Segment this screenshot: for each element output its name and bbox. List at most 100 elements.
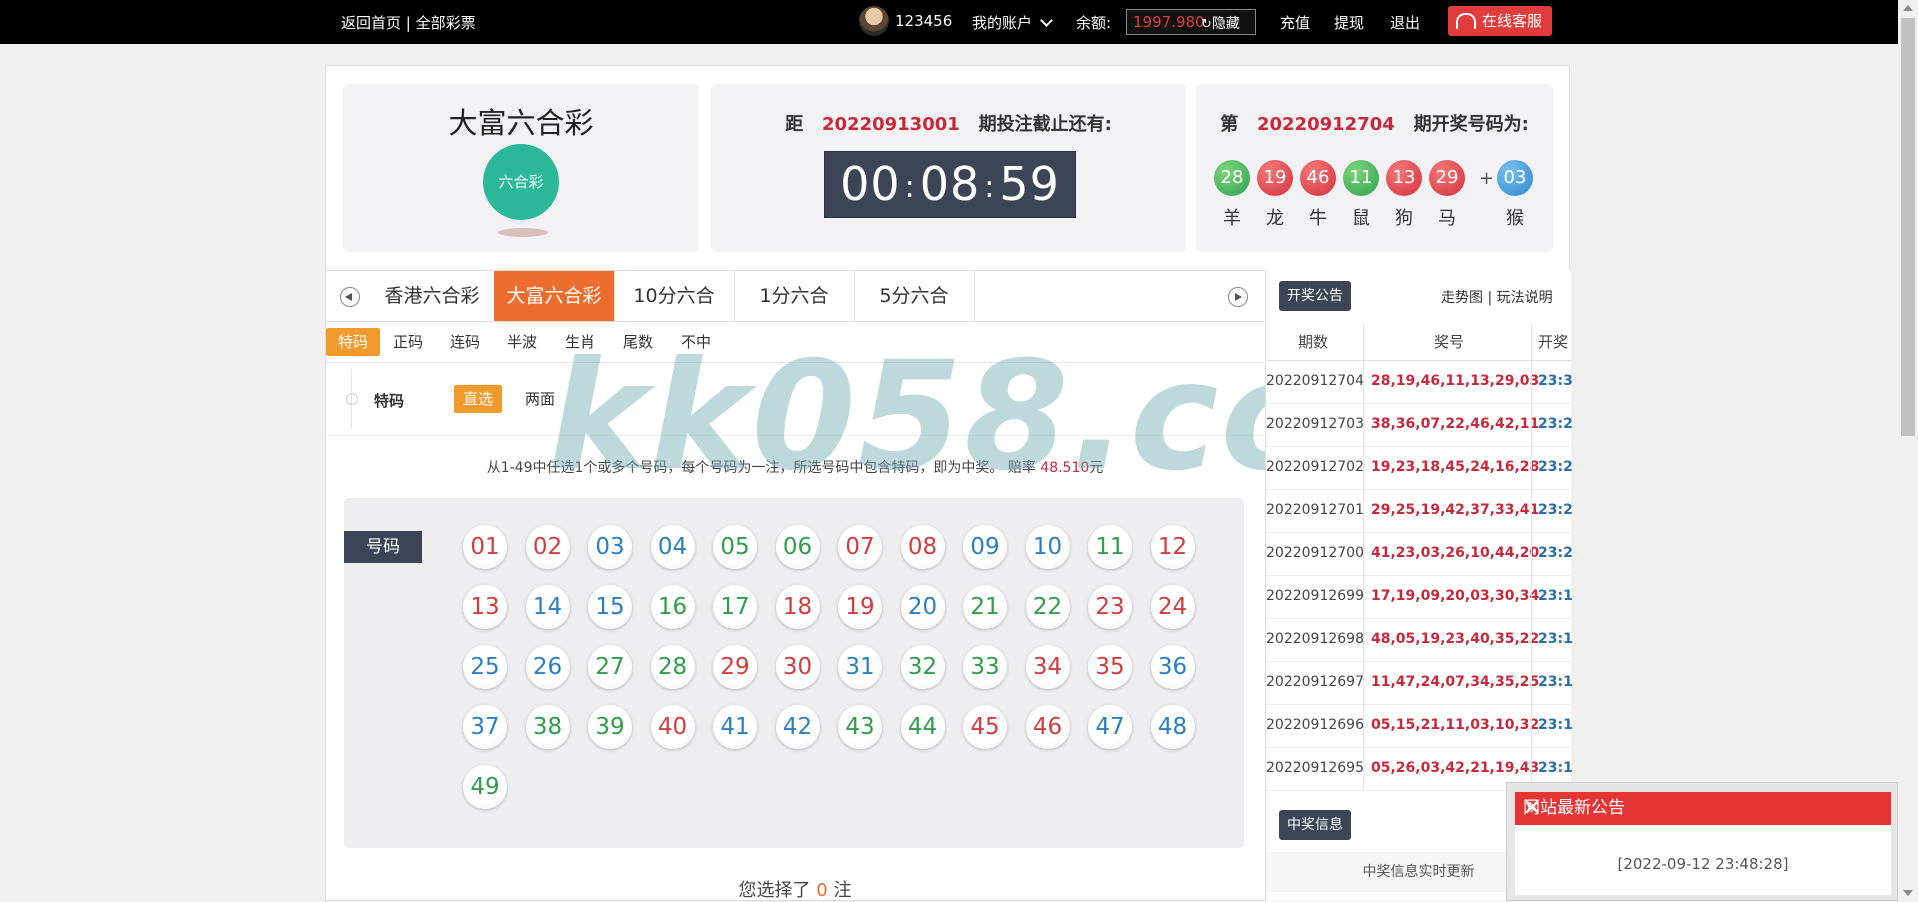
number-ball[interactable]: 43 xyxy=(838,705,882,749)
number-ball[interactable]: 06 xyxy=(775,525,820,569)
tabs-prev-arrow-icon[interactable] xyxy=(340,287,360,307)
how-to-play-link[interactable]: 玩法说明 xyxy=(1497,290,1553,306)
number-ball[interactable]: 26 xyxy=(525,645,570,689)
number-ball[interactable]: 46 xyxy=(1025,705,1070,749)
game-info-card: 大富六合彩 六合彩 xyxy=(343,84,699,252)
countdown-period: 20220913001 xyxy=(822,114,960,135)
draw-zodiac: 牛 xyxy=(1309,208,1327,229)
win-info-button[interactable]: 中奖信息 xyxy=(1279,810,1351,840)
online-service-label: 在线客服 xyxy=(1481,12,1542,30)
recharge-link[interactable]: 充值 xyxy=(1280,12,1310,33)
number-ball[interactable]: 42 xyxy=(775,705,820,749)
trend-chart-link[interactable]: 走势图 xyxy=(1441,290,1483,306)
number-ball[interactable]: 45 xyxy=(963,705,1007,749)
tab-lottery[interactable]: 10分六合 xyxy=(614,271,735,321)
results-row: 20220912699 17,19,09,20,03,30,34 23:1 xyxy=(1266,575,1573,619)
draw-suffix: 期开奖号码为: xyxy=(1413,114,1529,135)
number-ball[interactable]: 31 xyxy=(838,645,882,689)
number-ball[interactable]: 21 xyxy=(963,585,1007,629)
countdown-seconds: 59 xyxy=(999,157,1060,211)
number-ball[interactable]: 20 xyxy=(900,585,945,629)
number-ball[interactable]: 10 xyxy=(1025,525,1070,569)
number-ball[interactable]: 32 xyxy=(900,645,945,689)
number-ball[interactable]: 30 xyxy=(775,645,820,689)
number-ball[interactable]: 03 xyxy=(588,525,632,569)
number-ball[interactable]: 14 xyxy=(525,585,570,629)
scroll-down-icon[interactable] xyxy=(1903,890,1913,896)
avatar[interactable] xyxy=(859,6,889,36)
number-ball[interactable]: 44 xyxy=(900,705,945,749)
row-period: 20220912695 xyxy=(1266,760,1364,776)
number-ball[interactable]: 40 xyxy=(650,705,695,749)
number-ball[interactable]: 07 xyxy=(838,525,882,569)
number-ball[interactable]: 16 xyxy=(650,585,695,629)
hide-balance-button[interactable]: ↻隐藏 xyxy=(1201,13,1240,33)
number-ball[interactable]: 17 xyxy=(713,585,757,629)
number-ball[interactable]: 47 xyxy=(1088,705,1132,749)
tabs-next-arrow-icon[interactable] xyxy=(1228,287,1248,307)
row-numbers: 11,47,24,07,34,35,25 xyxy=(1371,674,1540,690)
direct-select-button[interactable]: 直选 xyxy=(454,385,503,413)
number-ball[interactable]: 36 xyxy=(1150,645,1195,689)
number-ball[interactable]: 22 xyxy=(1025,585,1070,629)
number-ball[interactable]: 29 xyxy=(713,645,757,689)
number-ball[interactable]: 18 xyxy=(775,585,820,629)
tab-lottery[interactable]: 5分六合 xyxy=(854,271,975,321)
number-ball[interactable]: 24 xyxy=(1150,585,1195,629)
number-ball[interactable]: 25 xyxy=(463,645,507,689)
scrollbar[interactable] xyxy=(1898,0,1918,901)
countdown-card: 距 20220913001 期投注截止还有: 00:08:59 xyxy=(711,84,1186,252)
number-ball[interactable]: 27 xyxy=(588,645,632,689)
number-ball[interactable]: 39 xyxy=(588,705,632,749)
number-ball[interactable]: 12 xyxy=(1150,525,1195,569)
my-account-menu[interactable]: 我的账户 xyxy=(972,12,1053,33)
number-ball[interactable]: 48 xyxy=(1150,705,1195,749)
subtab-bet-type[interactable]: 连码 xyxy=(441,328,489,356)
all-lottery-link[interactable]: 全部彩票 xyxy=(416,14,476,32)
tab-lottery[interactable]: 大富六合彩 xyxy=(494,271,615,321)
number-ball[interactable]: 15 xyxy=(588,585,632,629)
number-ball[interactable]: 02 xyxy=(525,525,570,569)
online-service-button[interactable]: 在线客服 xyxy=(1448,6,1552,36)
selection-prefix: 您选择了 xyxy=(738,880,817,901)
number-ball[interactable]: 37 xyxy=(463,705,507,749)
draw-zodiac: 马 xyxy=(1438,208,1456,229)
results-header: 开奖公告 走势图 | 玩法说明 xyxy=(1266,270,1571,325)
logout-link[interactable]: 退出 xyxy=(1390,12,1420,33)
scroll-thumb[interactable] xyxy=(1901,18,1915,436)
number-ball[interactable]: 01 xyxy=(463,525,507,569)
withdraw-link[interactable]: 提现 xyxy=(1334,12,1364,33)
number-ball[interactable]: 28 xyxy=(650,645,695,689)
number-ball[interactable]: 19 xyxy=(838,585,882,629)
number-ball[interactable]: 35 xyxy=(1088,645,1132,689)
subtab-bet-type[interactable]: 特码 xyxy=(326,328,380,356)
draw-ball: 13 xyxy=(1386,160,1422,196)
tab-lottery[interactable]: 香港六合彩 xyxy=(370,271,495,321)
number-ball[interactable]: 49 xyxy=(463,765,507,809)
col-time: 开奖 xyxy=(1538,333,1569,351)
number-ball[interactable]: 38 xyxy=(525,705,570,749)
subtab-bet-type[interactable]: 半波 xyxy=(498,328,546,356)
number-ball[interactable]: 34 xyxy=(1025,645,1070,689)
number-ball[interactable]: 08 xyxy=(900,525,945,569)
number-ball[interactable]: 05 xyxy=(713,525,757,569)
close-icon[interactable]: ✕ xyxy=(1523,792,1881,825)
number-ball[interactable]: 09 xyxy=(963,525,1007,569)
tab-lottery[interactable]: 1分六合 xyxy=(734,271,855,321)
time-separator: : xyxy=(984,170,996,205)
number-ball[interactable]: 11 xyxy=(1088,525,1132,569)
announcement-button[interactable]: 开奖公告 xyxy=(1279,281,1351,311)
lottery-tabs: 香港六合彩 大富六合彩 10分六合 1分六合 5分六合 xyxy=(326,270,1264,322)
last-draw-label: 第 20220912704 期开奖号码为: xyxy=(1196,110,1553,136)
home-link[interactable]: 返回首页 xyxy=(341,14,401,32)
number-ball[interactable]: 41 xyxy=(713,705,757,749)
number-ball[interactable]: 04 xyxy=(650,525,695,569)
number-ball[interactable]: 33 xyxy=(963,645,1007,689)
number-ball[interactable]: 13 xyxy=(463,585,507,629)
mode-label: 特码 xyxy=(374,392,405,410)
scroll-up-icon[interactable] xyxy=(1903,5,1913,11)
results-row: 20220912700 41,23,03,26,10,44,20 23:2 xyxy=(1266,532,1573,576)
draw-period: 20220912704 xyxy=(1257,114,1395,135)
number-ball[interactable]: 23 xyxy=(1088,585,1132,629)
subtab-bet-type[interactable]: 正码 xyxy=(384,328,432,356)
